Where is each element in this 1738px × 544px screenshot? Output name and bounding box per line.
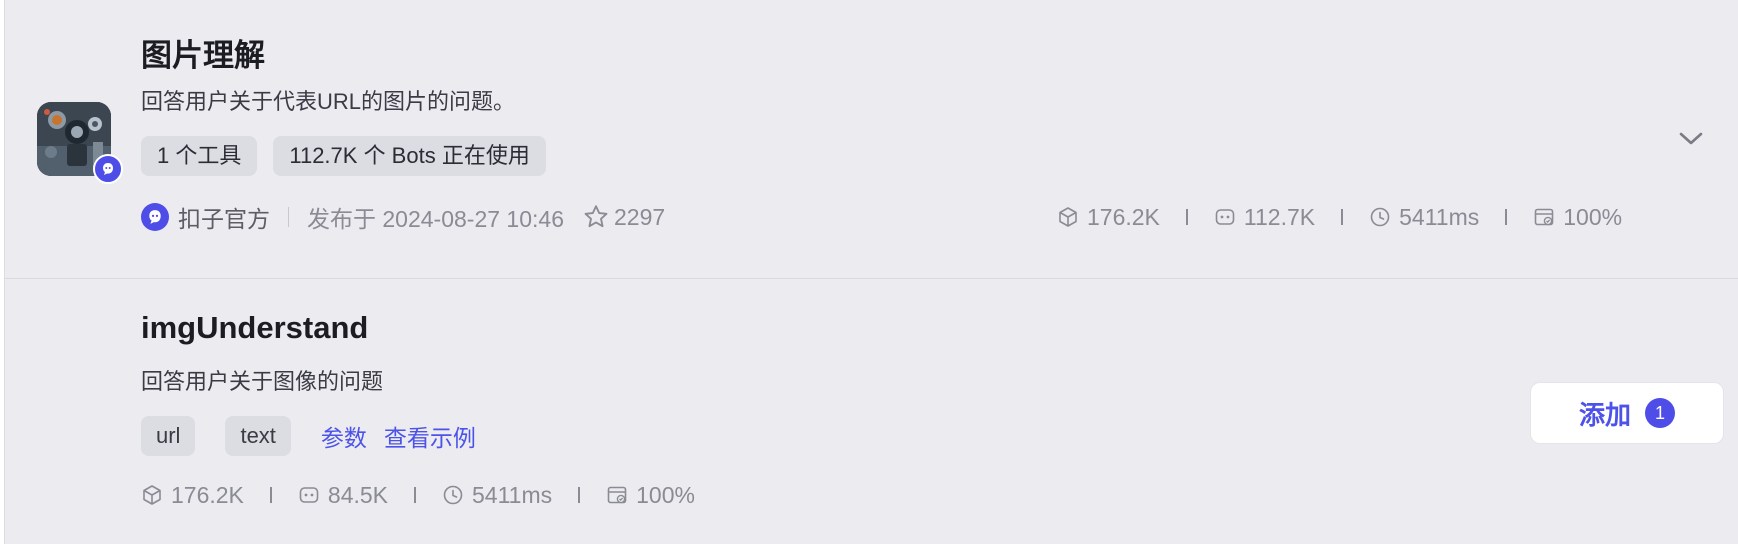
tool-params: url text 参数 查看示例 xyxy=(141,416,493,456)
bots-stat: 112.7K xyxy=(1214,204,1315,231)
plugin-header: 图片理解 回答用户关于代表URL的图片的问题。 1 个工具 112.7K 个 B… xyxy=(5,0,1738,278)
plugin-meta: 扣子官方 发布于 2024-08-27 10:46 2297 xyxy=(141,200,665,234)
bots-value: 112.7K xyxy=(1243,203,1316,230)
stat-divider xyxy=(1505,209,1508,225)
plugin-stats: 176.2K 112.7K 5411ms 100% xyxy=(1057,200,1622,234)
added-count-badge: 1 xyxy=(1645,398,1675,428)
tool-stats: 176.2K 84.5K 5411ms 100% xyxy=(141,478,695,512)
latency-stat: 5411ms xyxy=(1369,204,1479,231)
author-name[interactable]: 扣子官方 xyxy=(178,200,270,234)
calls-value: 176.2K xyxy=(1087,203,1160,230)
param-text: text xyxy=(225,416,291,456)
star-icon[interactable] xyxy=(582,203,610,231)
clock-icon xyxy=(1370,207,1390,227)
latency-value: 5411ms xyxy=(472,481,553,508)
view-example-link[interactable]: 查看示例 xyxy=(384,419,476,453)
chevron-down-icon[interactable] xyxy=(1677,124,1705,152)
stat-divider xyxy=(1341,209,1344,225)
stat-divider xyxy=(1185,209,1188,225)
calls-value: 176.2K xyxy=(171,481,244,508)
official-badge-icon xyxy=(93,154,123,184)
stat-divider xyxy=(414,487,417,503)
add-button-label: 添加 xyxy=(1578,399,1631,430)
plugin-tags: 1 个工具 112.7K 个 Bots 正在使用 xyxy=(141,136,546,176)
clock-icon xyxy=(443,485,463,505)
favorites-count: 2297 xyxy=(614,203,666,230)
plugin-description: 回答用户关于代表URL的图片的问题。 xyxy=(141,89,516,114)
cube-icon xyxy=(1059,207,1077,227)
plugin-title: 图片理解 xyxy=(141,38,265,73)
bot-icon xyxy=(1215,209,1235,225)
latency-stat: 5411ms xyxy=(442,482,552,509)
tool-name: imgUnderstand xyxy=(141,310,369,345)
success-rate-value: 100% xyxy=(636,481,695,508)
stat-divider xyxy=(269,487,272,503)
success-rate-stat: 100% xyxy=(1533,204,1622,231)
success-rate-icon xyxy=(607,486,627,504)
success-rate-value: 100% xyxy=(1563,203,1623,230)
add-tool-button[interactable]: 添加 1 xyxy=(1530,382,1724,444)
calls-stat: 176.2K xyxy=(1057,204,1160,231)
success-rate-icon xyxy=(1534,208,1554,226)
publish-date: 发布于 2024-08-27 10:46 xyxy=(307,206,564,232)
plugin-detail-panel: 图片理解 回答用户关于代表URL的图片的问题。 1 个工具 112.7K 个 B… xyxy=(4,0,1738,544)
section-divider xyxy=(5,278,1738,279)
author-avatar-icon xyxy=(141,203,169,231)
tool-count-tag: 1 个工具 xyxy=(141,136,258,176)
tool-description: 回答用户关于图像的问题 xyxy=(141,369,384,394)
stat-divider xyxy=(578,487,581,503)
cube-icon xyxy=(143,485,161,505)
bots-value: 84.5K xyxy=(327,481,389,508)
bots-usage-tag: 112.7K 个 Bots 正在使用 xyxy=(273,136,546,176)
bot-icon xyxy=(299,487,319,503)
calls-stat: 176.2K xyxy=(141,482,244,509)
params-link[interactable]: 参数 xyxy=(321,419,367,453)
latency-value: 5411ms xyxy=(1399,203,1480,230)
success-rate-stat: 100% xyxy=(606,482,695,509)
param-url: url xyxy=(141,416,196,456)
meta-divider xyxy=(288,207,289,227)
bots-stat: 84.5K xyxy=(298,482,388,509)
